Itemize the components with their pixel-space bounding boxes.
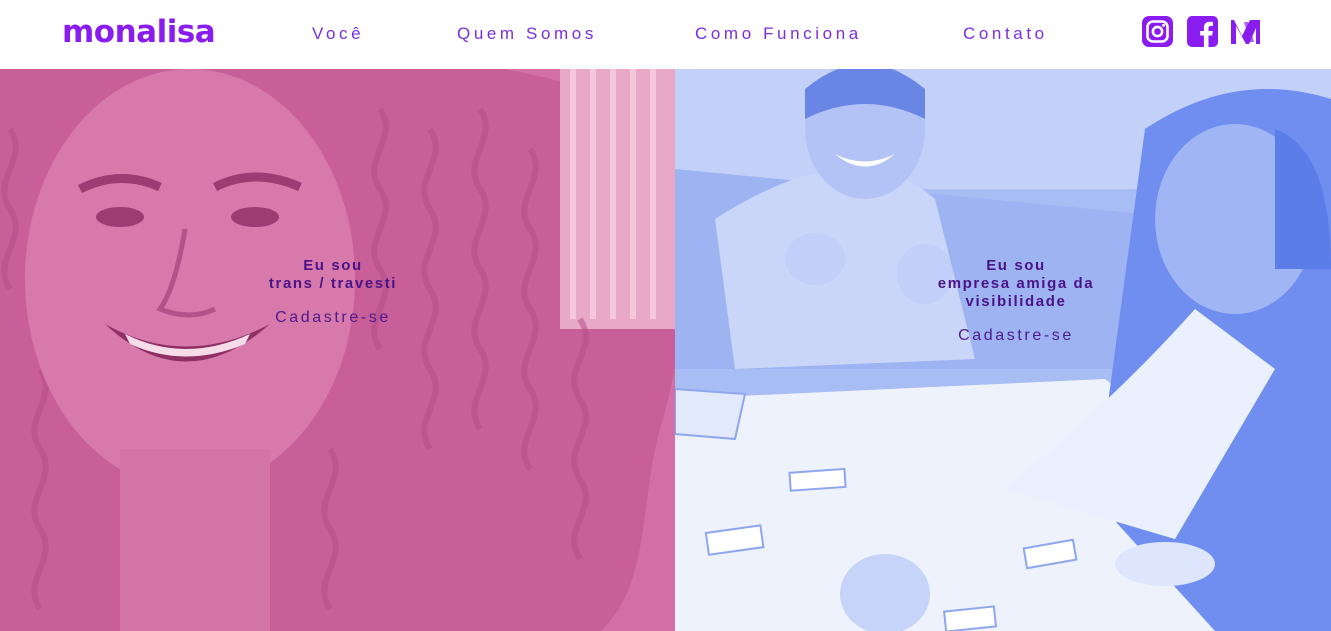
- nav-item-contato[interactable]: Contato: [963, 24, 1048, 44]
- hero-company-line1: Eu sou: [986, 257, 1046, 274]
- site-header: monalisa Você Quem Somos Como Funciona C…: [0, 0, 1331, 69]
- brand-logo[interactable]: monalisa: [62, 12, 216, 52]
- hero-office-image: [675, 69, 1331, 631]
- instagram-icon[interactable]: [1142, 16, 1173, 47]
- facebook-icon[interactable]: [1187, 16, 1218, 47]
- hero-company-panel: Eu sou empresa amiga da visibilidade Cad…: [675, 69, 1331, 631]
- nav-item-voce[interactable]: Você: [312, 24, 364, 44]
- signup-trans-button[interactable]: Cadastre-se: [275, 309, 391, 327]
- hero-company-line3: visibilidade: [965, 293, 1067, 310]
- hero-trans-line2: trans / travesti: [268, 275, 398, 292]
- nav-item-como-funciona[interactable]: Como Funciona: [695, 24, 862, 44]
- hero-trans-panel: Eu sou trans / travesti Cadastre-se: [0, 69, 675, 631]
- nav-item-quem-somos[interactable]: Quem Somos: [457, 24, 597, 44]
- medium-icon[interactable]: [1230, 16, 1261, 47]
- signup-company-button[interactable]: Cadastre-se: [958, 327, 1074, 345]
- hero-portrait-image: [0, 69, 675, 631]
- hero-trans-cta: Eu sou trans / travesti Cadastre-se: [213, 257, 453, 327]
- hero-company-cta: Eu sou empresa amiga da visibilidade Cad…: [896, 257, 1136, 345]
- hero-company-line2: empresa amiga da: [937, 275, 1095, 292]
- hero-trans-line1: Eu sou: [303, 257, 363, 274]
